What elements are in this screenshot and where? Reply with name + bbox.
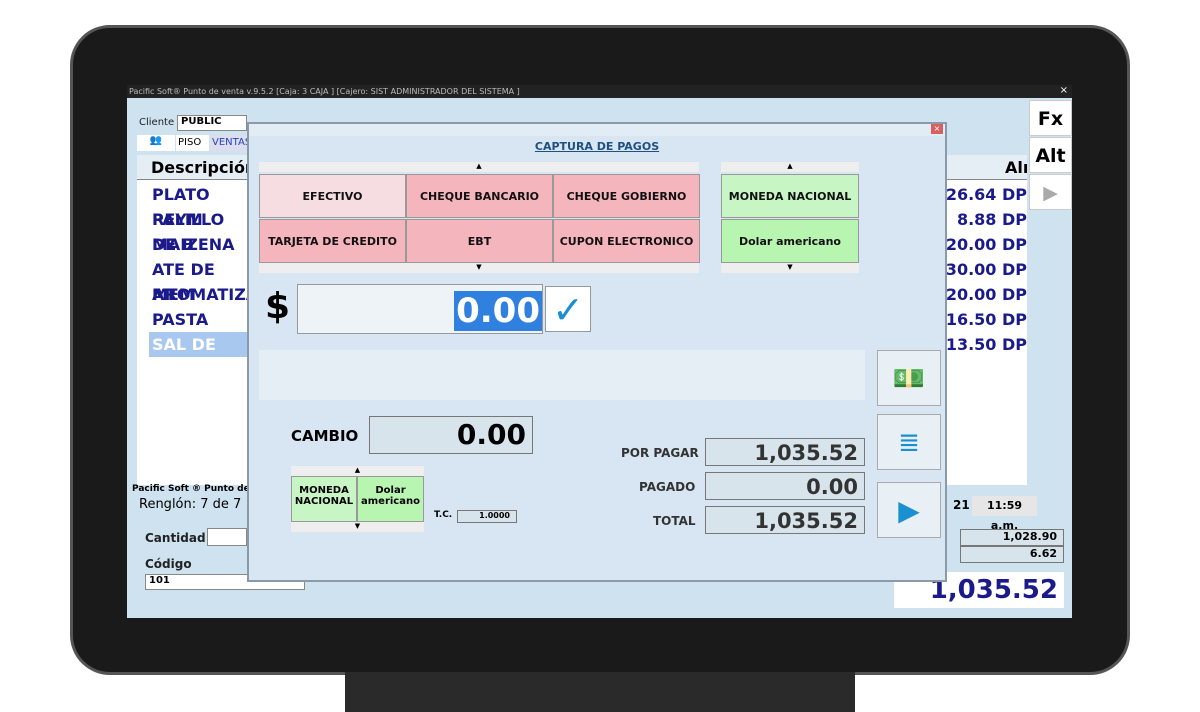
item-description[interactable]: ATE DE MEM [149, 257, 249, 304]
currency-scroll-down[interactable]: ▼ [721, 263, 859, 273]
client-input[interactable]: PUBLIC [177, 115, 247, 131]
close-button[interactable]: × [1060, 85, 1068, 96]
alt-button[interactable]: Alt [1029, 137, 1072, 173]
por-pagar-value: 1,035.52 [705, 438, 865, 466]
pos-screen: Pacific Soft® Punto de venta v.9.5.2 [Ca… [127, 85, 1072, 618]
payments-list [259, 350, 865, 400]
currency-scroll-up[interactable]: ▲ [721, 162, 859, 172]
currency-moneda-nacional[interactable]: MONEDA NACIONAL [721, 174, 859, 218]
payment-method-button[interactable]: CHEQUE BANCARIO [406, 174, 553, 218]
exit-dialog-icon[interactable]: ▶ [877, 482, 941, 538]
pagado-value: 0.00 [705, 472, 865, 500]
coins-deposit-icon[interactable]: ≣ [877, 414, 941, 470]
row-counter: Renglón: 7 de 7 [139, 497, 242, 512]
item-description[interactable]: PALILLO DE B [149, 207, 249, 254]
amount-input[interactable]: 0.00 [297, 284, 543, 334]
payment-method-button[interactable]: CHEQUE GOBIERNO [553, 174, 700, 218]
methods-scroll-up[interactable]: ▲ [259, 162, 699, 172]
mini-currency-down[interactable]: ▼ [291, 522, 424, 532]
amount-value: 0.00 [454, 291, 542, 331]
tc-value: 1.0000 [457, 510, 517, 523]
cash-money-icon[interactable]: 💵 [877, 350, 941, 406]
quantity-input[interactable] [207, 528, 247, 546]
subtotal-field: 1,028.90 [960, 529, 1064, 546]
code-label: Código [145, 557, 192, 571]
header-description: Descripción [151, 158, 257, 177]
payment-method-button[interactable]: EFECTIVO [259, 174, 406, 218]
tab-ventas[interactable]: VENTAS [210, 135, 251, 151]
fx-button[interactable]: Fx [1029, 100, 1072, 136]
item-description[interactable]: PASTA TOMA [149, 307, 249, 354]
payment-method-button[interactable]: TARJETA DE CREDITO [259, 219, 406, 263]
time-field: 11:59 a.m. [972, 496, 1037, 532]
tab-piso[interactable]: PISO [176, 135, 209, 151]
item-description[interactable]: PLATO REYM [149, 182, 249, 229]
item-description[interactable]: MAIZENA [149, 232, 249, 257]
mini-currency-dolar[interactable]: Dolar americano [357, 476, 424, 522]
exit-icon[interactable]: ▶ [1029, 174, 1072, 210]
window-title: Pacific Soft® Punto de venta v.9.5.2 [Ca… [127, 85, 1072, 98]
item-description[interactable]: AROMATIZA [149, 282, 258, 307]
monitor-stand [345, 672, 855, 712]
item-description[interactable]: SAL DE AJO [149, 332, 249, 379]
total-label: TOTAL [653, 514, 696, 528]
payment-method-button[interactable]: EBT [406, 219, 553, 263]
header-amount: Alı [1005, 158, 1029, 177]
quantity-label: Cantidad [145, 531, 206, 545]
mini-currency-moneda[interactable]: MONEDA NACIONAL [291, 476, 357, 522]
client-label: Cliente [139, 117, 175, 128]
currency-dolar[interactable]: Dolar americano [721, 219, 859, 263]
tax-field: 6.62 [960, 546, 1064, 563]
dialog-close-button[interactable]: × [931, 124, 943, 134]
mini-currency-up[interactable]: ▲ [291, 466, 424, 476]
date-field: 21 [953, 498, 970, 512]
cambio-value: 0.00 [369, 416, 533, 454]
pagado-label: PAGADO [639, 480, 696, 494]
dialog-title: CAPTURA DE PAGOS [534, 140, 660, 153]
customers-icon[interactable]: 👥 [137, 135, 175, 151]
payment-method-button[interactable]: CUPON ELECTRONICO [553, 219, 700, 263]
methods-scroll-down[interactable]: ▼ [259, 263, 699, 273]
tc-label: T.C. [434, 510, 453, 520]
brand-label: Pacific Soft ® Punto de V [132, 484, 260, 494]
cambio-label: CAMBIO [291, 427, 359, 445]
currency-symbol: $ [265, 286, 291, 327]
total-value: 1,035.52 [705, 506, 865, 534]
payment-dialog: × CAPTURA DE PAGOS ▲ EFECTIVO CHEQUE BANC… [247, 122, 947, 582]
check-icon[interactable]: ✓ [545, 286, 591, 332]
por-pagar-label: POR PAGAR [621, 446, 699, 460]
